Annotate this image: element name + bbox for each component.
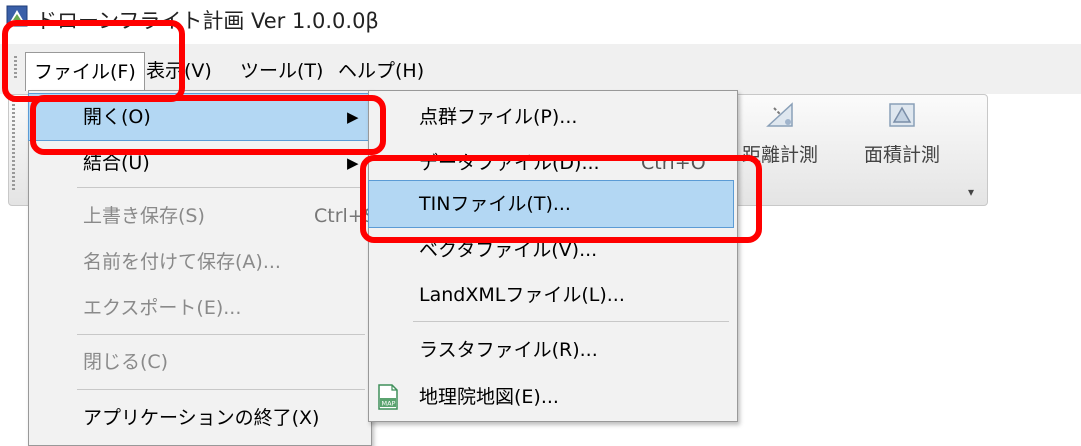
svg-text:MAP: MAP (382, 400, 396, 408)
toolbar-overflow-icon[interactable]: ▾ (968, 185, 982, 199)
annotation-highlight-open (30, 95, 386, 155)
open-submenu: 点群ファイル(P)... データファイル(D)... Ctrl+O TINファイ… (368, 90, 738, 422)
menu-item-export[interactable]: エクスポート(E)... (29, 285, 369, 331)
area-measure-button[interactable]: 面積計測 (852, 98, 952, 178)
menu-separator (77, 389, 365, 390)
submenu-item-landxml[interactable]: LandXMLファイル(L)... (369, 272, 735, 318)
distance-measure-icon (766, 102, 793, 127)
annotation-highlight-file-menu (2, 20, 185, 102)
menu-separator (77, 334, 365, 335)
menu-item-save[interactable]: 上書き保存(S) Ctrl+S (29, 193, 376, 239)
area-measure-label: 面積計測 (863, 144, 940, 166)
menu-separator (77, 187, 365, 188)
submenu-item-gsi-map[interactable]: MAP 地理院地図(E)... (369, 374, 735, 420)
menu-tools[interactable]: ツール(T) (232, 52, 331, 90)
submenu-separator (413, 321, 729, 322)
annotation-highlight-tin (360, 155, 762, 243)
menu-help[interactable]: ヘルプ(H) (330, 52, 432, 90)
submenu-item-pointcloud[interactable]: 点群ファイル(P)... (369, 94, 735, 140)
map-icon: MAP (378, 384, 398, 410)
menu-item-save-as[interactable]: 名前を付けて保存(A)... (29, 239, 369, 285)
area-measure-icon (889, 103, 915, 127)
menu-item-close[interactable]: 閉じる(C) (29, 339, 369, 385)
toolbar-grip[interactable] (12, 100, 15, 192)
submenu-item-raster[interactable]: ラスタファイル(R)... (369, 327, 735, 373)
menu-item-exit[interactable]: アプリケーションの終了(X) (29, 395, 369, 441)
